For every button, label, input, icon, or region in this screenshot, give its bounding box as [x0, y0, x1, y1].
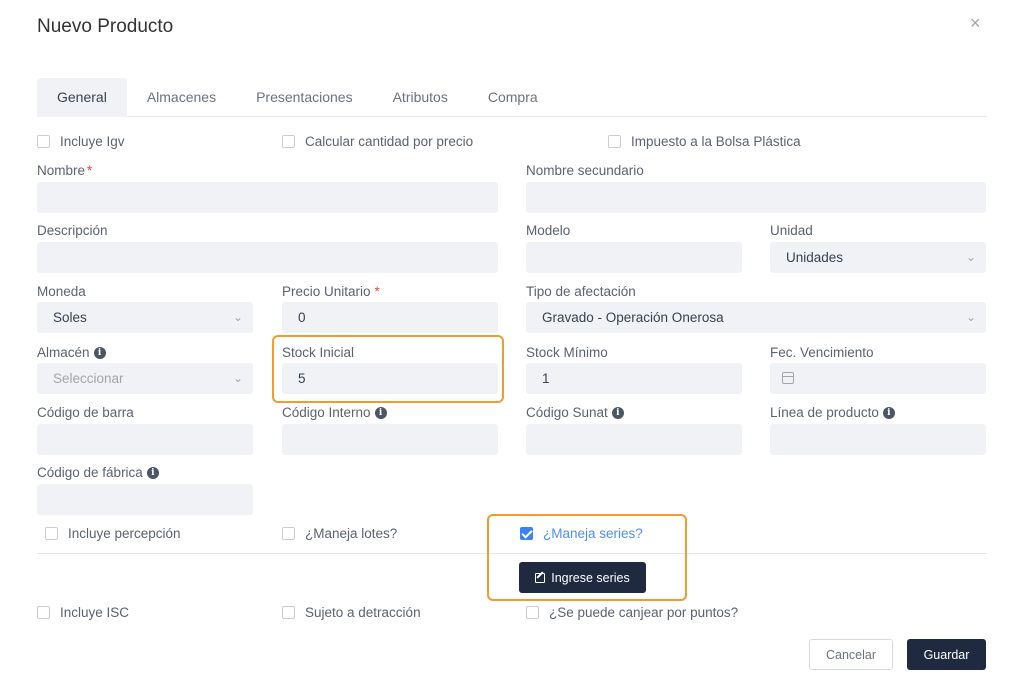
modelo-input[interactable]	[526, 242, 742, 273]
unidad-label: Unidad	[770, 223, 813, 238]
codigo-interno-input[interactable]	[282, 424, 498, 455]
codigo-fabrica-input[interactable]	[37, 484, 253, 515]
incluye-percepcion-checkbox[interactable]: Incluye percepción	[45, 526, 181, 541]
codigo-sunat-label: Código Sunat i	[526, 405, 624, 420]
calendar-icon[interactable]	[782, 372, 794, 384]
stock-inicial-highlight	[272, 335, 504, 403]
info-icon[interactable]: i	[374, 406, 387, 419]
codigo-sunat-input[interactable]	[526, 424, 742, 455]
descripcion-label: Descripción	[37, 223, 108, 238]
fec-vencimiento-label: Fec. Vencimiento	[770, 345, 874, 360]
new-product-modal: Nuevo Producto × General Almacenes Prese…	[0, 0, 1024, 683]
precio-unitario-label-text: Precio Unitario	[282, 284, 371, 299]
cancel-button[interactable]: Cancelar	[809, 639, 893, 670]
checkbox-box[interactable]	[608, 135, 621, 148]
nombre-secundario-label: Nombre secundario	[526, 163, 644, 178]
tipo-afectacion-value: Gravado - Operación Onerosa	[542, 310, 724, 325]
canjear-puntos-label: ¿Se puede canjear por puntos?	[549, 605, 739, 620]
almacen-select[interactable]: Seleccionar ⌄	[37, 363, 253, 394]
required-mark: *	[87, 163, 93, 178]
incluye-igv-label: Incluye Igv	[60, 134, 125, 149]
info-icon[interactable]: i	[146, 466, 159, 479]
incluye-percepcion-label: Incluye percepción	[68, 526, 181, 541]
tab-general[interactable]: General	[37, 78, 127, 117]
linea-producto-label-text: Línea de producto	[770, 405, 879, 420]
unidad-value: Unidades	[786, 250, 844, 265]
moneda-select[interactable]: Soles ⌄	[37, 302, 253, 333]
incluye-isc-label: Incluye ISC	[60, 605, 130, 620]
calcular-cantidad-label: Calcular cantidad por precio	[305, 134, 474, 149]
sujeto-detraccion-label: Sujeto a detracción	[305, 605, 421, 620]
chevron-down-icon: ⌄	[965, 310, 976, 324]
checkbox-box[interactable]	[37, 606, 50, 619]
close-icon[interactable]: ×	[970, 14, 981, 32]
tipo-afectacion-label: Tipo de afectación	[526, 284, 636, 299]
codigo-barra-input[interactable]	[37, 424, 253, 455]
checkbox-box[interactable]	[37, 135, 50, 148]
nombre-input[interactable]	[37, 182, 498, 213]
info-icon[interactable]: i	[611, 406, 624, 419]
series-highlight	[487, 514, 687, 601]
tab-presentaciones[interactable]: Presentaciones	[236, 78, 373, 117]
required-mark: *	[374, 284, 380, 299]
impuesto-bolsa-label: Impuesto a la Bolsa Plástica	[631, 134, 801, 149]
maneja-lotes-label: ¿Maneja lotes?	[305, 526, 398, 541]
codigo-interno-label: Código Interno i	[282, 405, 387, 420]
almacen-label-text: Almacén	[37, 345, 90, 360]
checkbox-box[interactable]	[282, 135, 295, 148]
codigo-sunat-label-text: Código Sunat	[526, 405, 608, 420]
unidad-select[interactable]: Unidades ⌄	[770, 242, 986, 273]
fec-vencimiento-input[interactable]	[770, 363, 986, 394]
nombre-label-text: Nombre	[37, 163, 86, 178]
chevron-down-icon: ⌄	[965, 250, 976, 264]
nombre-label: Nombre *	[37, 163, 92, 178]
codigo-barra-label: Código de barra	[37, 405, 134, 420]
almacen-label: Almacén i	[37, 345, 106, 360]
nombre-secundario-input[interactable]	[526, 182, 986, 213]
moneda-value: Soles	[53, 310, 87, 325]
precio-unitario-label: Precio Unitario *	[282, 284, 380, 299]
checkbox-box[interactable]	[526, 606, 539, 619]
incluye-igv-checkbox[interactable]: Incluye Igv	[37, 134, 125, 149]
sujeto-detraccion-checkbox[interactable]: Sujeto a detracción	[282, 605, 421, 620]
chevron-down-icon: ⌄	[232, 371, 243, 385]
almacen-placeholder: Seleccionar	[53, 371, 124, 386]
impuesto-bolsa-checkbox[interactable]: Impuesto a la Bolsa Plástica	[608, 134, 801, 149]
tipo-afectacion-select[interactable]: Gravado - Operación Onerosa ⌄	[526, 302, 986, 333]
checkbox-box[interactable]	[282, 527, 295, 540]
stock-minimo-label: Stock Mínimo	[526, 345, 608, 360]
precio-unitario-input[interactable]: 0	[282, 302, 498, 333]
save-button[interactable]: Guardar	[907, 639, 986, 670]
stock-minimo-input[interactable]: 1	[526, 363, 742, 394]
chevron-down-icon: ⌄	[232, 310, 243, 324]
incluye-isc-checkbox[interactable]: Incluye ISC	[37, 605, 129, 620]
tab-atributos[interactable]: Atributos	[373, 78, 468, 117]
codigo-fabrica-label-text: Código de fábrica	[37, 465, 143, 480]
checkbox-box[interactable]	[45, 527, 58, 540]
checkbox-box[interactable]	[282, 606, 295, 619]
canjear-puntos-checkbox[interactable]: ¿Se puede canjear por puntos?	[526, 605, 738, 620]
modal-title: Nuevo Producto	[37, 16, 174, 37]
codigo-interno-label-text: Código Interno	[282, 405, 371, 420]
codigo-fabrica-label: Código de fábrica i	[37, 465, 159, 480]
tab-almacenes[interactable]: Almacenes	[127, 78, 236, 117]
info-icon[interactable]: i	[93, 346, 106, 359]
calcular-cantidad-checkbox[interactable]: Calcular cantidad por precio	[282, 134, 473, 149]
modelo-label: Modelo	[526, 223, 571, 238]
info-icon[interactable]: i	[882, 406, 895, 419]
linea-producto-label: Línea de producto i	[770, 405, 895, 420]
tab-compra[interactable]: Compra	[468, 78, 558, 117]
tab-bar: General Almacenes Presentaciones Atribut…	[37, 78, 987, 117]
linea-producto-input[interactable]	[770, 424, 986, 455]
descripcion-input[interactable]	[37, 242, 498, 273]
moneda-label: Moneda	[37, 284, 86, 299]
maneja-lotes-checkbox[interactable]: ¿Maneja lotes?	[282, 526, 397, 541]
